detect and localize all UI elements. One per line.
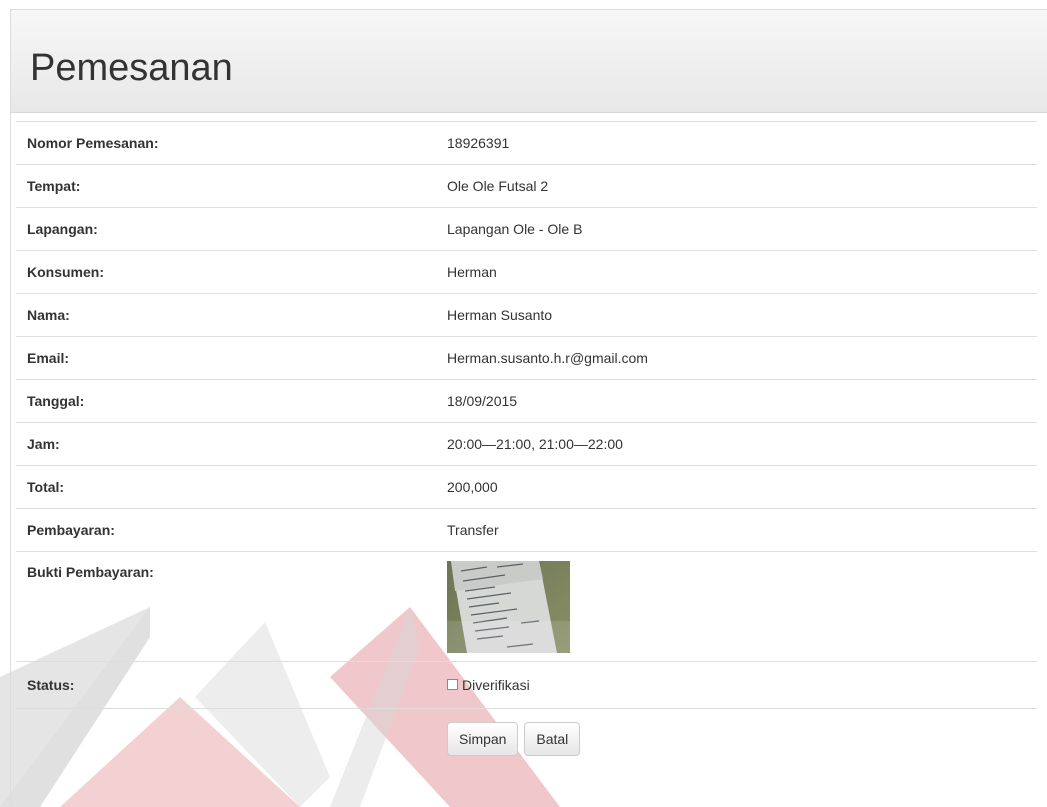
panel-heading: Pemesanan [11, 10, 1047, 113]
page-title: Pemesanan [30, 47, 233, 89]
order-panel: Pemesanan [10, 9, 1047, 807]
page: Pemesanan Nomor Pemesanan: 18926391 Temp… [0, 0, 1047, 807]
